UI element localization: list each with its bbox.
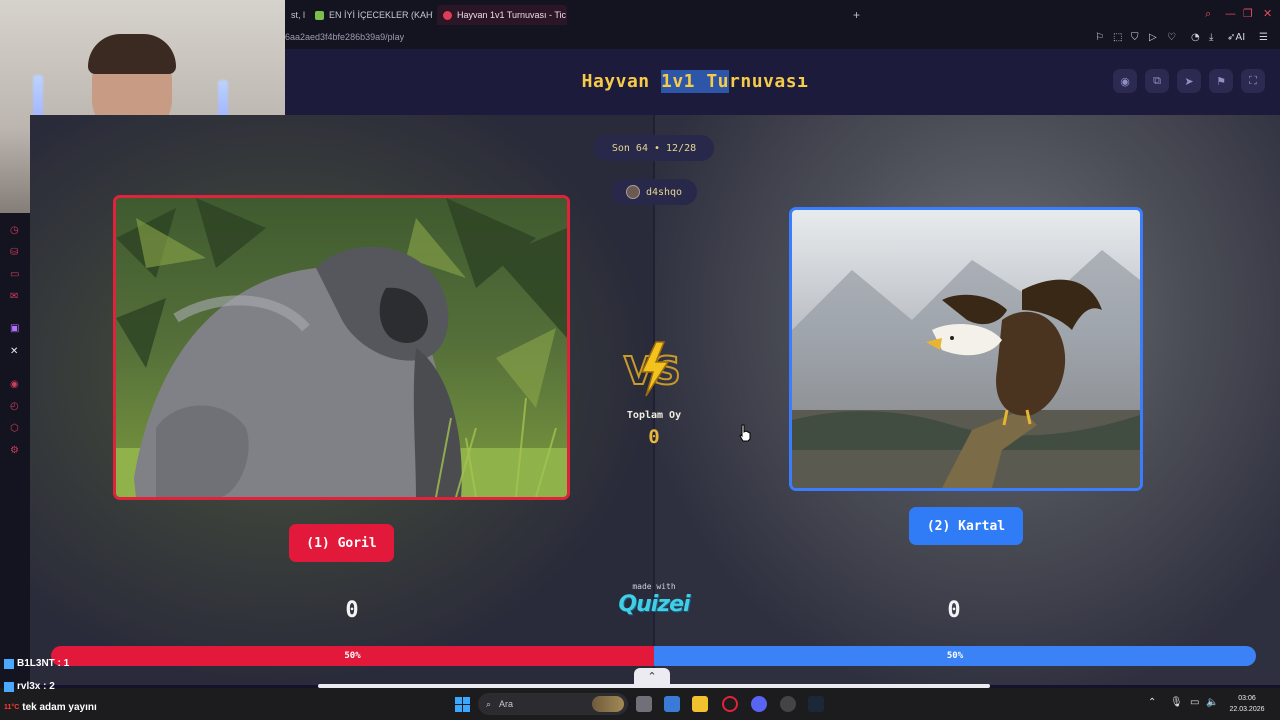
browser-tab-active[interactable]: Hayvan 1v1 Turnuvası - Tic × bbox=[437, 5, 567, 25]
eye-icon[interactable]: ◉ bbox=[1113, 69, 1137, 93]
total-votes-value: 0 bbox=[648, 426, 660, 448]
browser-tab[interactable]: st, l bbox=[285, 5, 305, 25]
store-icon[interactable] bbox=[664, 696, 680, 712]
windows-start-icon[interactable] bbox=[455, 697, 470, 712]
chat-icon[interactable]: ▭ bbox=[10, 269, 19, 280]
twitch-icon[interactable]: ▣ bbox=[10, 323, 19, 334]
minimize-icon[interactable]: — bbox=[1225, 7, 1236, 20]
copy-icon[interactable]: ⧉ bbox=[1145, 69, 1169, 93]
option-card-left[interactable] bbox=[113, 195, 570, 500]
chrome-icon[interactable] bbox=[780, 696, 796, 712]
hand-cursor-icon bbox=[739, 424, 751, 442]
right-vote-bar: 50% bbox=[654, 646, 1256, 666]
url-field[interactable]: 6aa2aed3f4bfe286b39a9/play bbox=[285, 32, 404, 42]
vs-icon: VS bbox=[623, 341, 682, 397]
taskbar-clock[interactable]: 03:06 22.03.2026 bbox=[1222, 693, 1272, 715]
steam-icon[interactable] bbox=[808, 696, 824, 712]
heart-icon[interactable]: ♡ bbox=[1167, 32, 1176, 43]
stream-title-overlay: 11°C tek adam yayını bbox=[4, 702, 97, 713]
ai-label: AI bbox=[1235, 32, 1246, 43]
clock-icon[interactable]: ◴ bbox=[10, 401, 19, 412]
search-icon: ⌕ bbox=[486, 698, 492, 709]
x-icon[interactable]: ✕ bbox=[10, 346, 18, 357]
opera-gx-icon[interactable] bbox=[722, 696, 738, 712]
shield-icon[interactable]: ⛉ bbox=[1131, 32, 1139, 43]
discord-icon[interactable] bbox=[751, 696, 767, 712]
tab-favicon-icon bbox=[443, 10, 452, 20]
gorilla-image bbox=[116, 198, 567, 497]
browser-sidebar: ◷ ⛁ ▭ ✉ ▣ ✕ ◉ ◴ ⬡ ⚙ bbox=[0, 213, 30, 720]
chat-badge-icon bbox=[4, 681, 14, 692]
chat-overlay-line: rvl3x : 2 bbox=[4, 681, 55, 692]
address-bar: 6aa2aed3f4bfe286b39a9/play ⚐ ⬚ ⛉ ▷ ♡ ◔ ⤓… bbox=[285, 29, 1280, 49]
streamer-hair bbox=[88, 34, 176, 74]
bag-icon[interactable]: ⛁ bbox=[10, 247, 18, 258]
vote-left-button[interactable]: (1) Goril bbox=[289, 524, 394, 562]
ai-icon[interactable]: ➶AI bbox=[1227, 32, 1245, 43]
fullscreen-icon[interactable]: ⛶ bbox=[1241, 69, 1265, 93]
play-icon[interactable]: ▷ bbox=[1149, 32, 1157, 43]
maximize-icon[interactable]: ❐ bbox=[1243, 7, 1253, 20]
round-indicator: Son 64 • 12/28 bbox=[594, 135, 714, 161]
chevron-up-icon[interactable]: ⌃ bbox=[634, 668, 670, 688]
menu-icon[interactable]: ☰ bbox=[1259, 32, 1268, 43]
page-title: Hayvan 1v1 Turnuvası bbox=[581, 70, 809, 93]
made-with-label: made with bbox=[632, 582, 676, 591]
total-votes-label: Toplam Oy bbox=[626, 410, 682, 421]
left-vote-bar: 50% bbox=[51, 646, 654, 666]
play-circle-icon[interactable]: ◉ bbox=[10, 379, 19, 390]
task-view-icon[interactable] bbox=[636, 696, 652, 712]
profile-icon[interactable]: ◔ bbox=[1191, 32, 1200, 43]
browser-tab-bar: st, l EN İYİ İÇECEKLER (KAHVE Hayvan 1v1… bbox=[285, 0, 1280, 29]
download-icon[interactable]: ⤓ bbox=[1209, 32, 1213, 43]
send-icon[interactable]: ➤ bbox=[1177, 69, 1201, 93]
taskbar-search-input[interactable]: ⌕ Ara bbox=[478, 693, 628, 715]
chat-overlay-line: B1L3NT : 1 bbox=[4, 658, 69, 669]
history-icon[interactable]: ◷ bbox=[10, 225, 19, 236]
chat-badge-icon bbox=[4, 658, 14, 669]
volume-icon[interactable]: 🔈 bbox=[1206, 697, 1218, 708]
weather-widget: 11°C bbox=[4, 704, 20, 711]
bookmark-icon[interactable]: ⚐ bbox=[1095, 32, 1104, 43]
title-selection: 1v1 Tu bbox=[660, 70, 730, 93]
close-window-icon[interactable]: ✕ bbox=[1263, 7, 1272, 20]
mail-icon[interactable]: ✉ bbox=[10, 291, 18, 302]
avatar bbox=[625, 185, 640, 199]
tab-favicon-icon bbox=[315, 10, 324, 20]
microphone-icon[interactable]: 🎙 bbox=[1170, 697, 1183, 708]
file-explorer-icon[interactable] bbox=[692, 696, 708, 712]
quiz-header: Hayvan 1v1 Turnuvası ◉ ⧉ ➤ ⚑ ⛶ bbox=[285, 49, 1280, 115]
search-icon[interactable]: ⌕ bbox=[1205, 7, 1211, 21]
tray-chevron-icon[interactable]: ⌃ bbox=[1148, 697, 1156, 708]
screenshot-icon[interactable]: ⬚ bbox=[1113, 32, 1122, 43]
windows-taskbar: ⌕ Ara ⌃ 🎙 ▭ 🔈 03:06 22.03.2026 bbox=[0, 688, 1280, 720]
option-card-right[interactable] bbox=[789, 207, 1143, 491]
search-highlight-image bbox=[592, 696, 624, 712]
right-score: 0 bbox=[947, 598, 961, 623]
settings-icon[interactable]: ⚙ bbox=[10, 445, 19, 456]
browser-tab[interactable]: EN İYİ İÇECEKLER (KAHVE bbox=[309, 5, 433, 25]
quizei-logo[interactable]: Quizei bbox=[604, 592, 704, 617]
left-score: 0 bbox=[345, 598, 359, 623]
flag-icon[interactable]: ⚑ bbox=[1209, 69, 1233, 93]
vote-right-button[interactable]: (2) Kartal bbox=[909, 507, 1023, 545]
eagle-image bbox=[792, 210, 1140, 488]
user-badge[interactable]: d4shqo bbox=[611, 179, 697, 205]
display-icon[interactable]: ▭ bbox=[1190, 697, 1199, 708]
extension-icon[interactable]: ⬡ bbox=[10, 423, 19, 434]
new-tab-button[interactable]: + bbox=[853, 8, 860, 22]
